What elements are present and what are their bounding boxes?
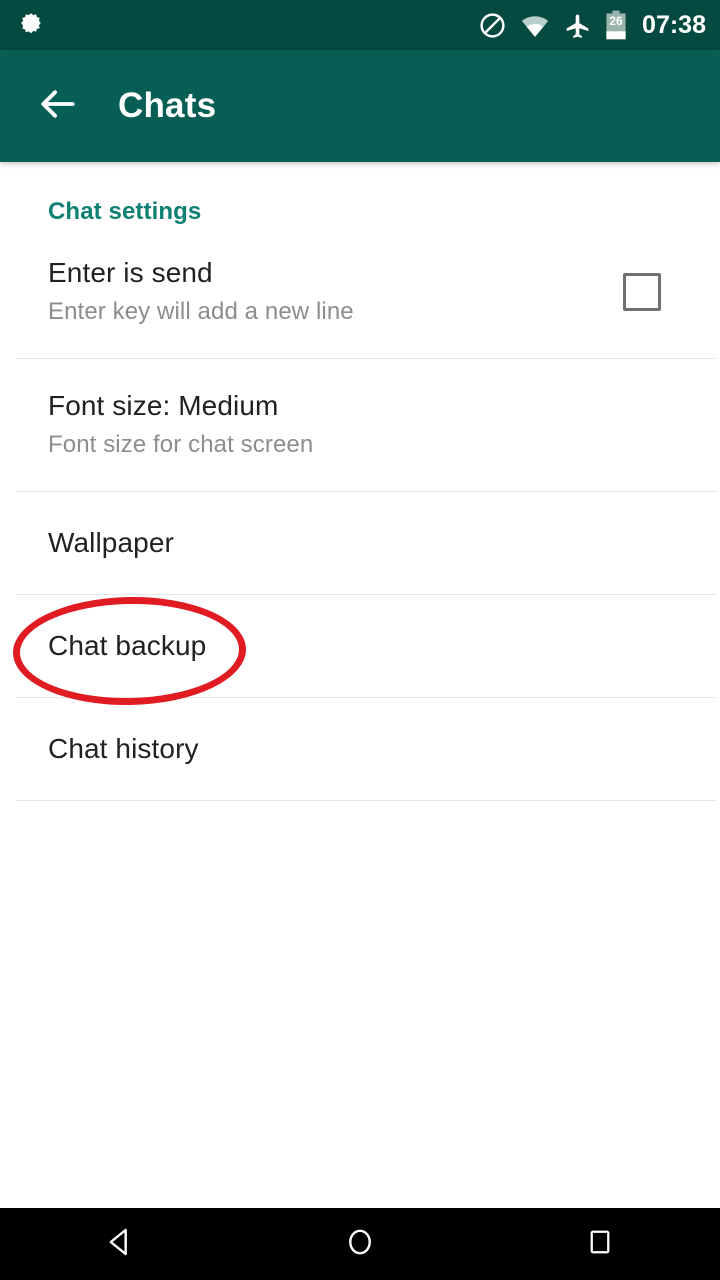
list-item-subtitle: Enter key will add a new line (48, 298, 354, 326)
status-bar-left (16, 10, 46, 40)
enter-is-send-checkbox[interactable] (623, 273, 661, 311)
nav-recents-button[interactable] (540, 1208, 660, 1280)
list-item-title: Chat history (48, 732, 199, 764)
list-item-enter-is-send[interactable]: Enter is send Enter key will add a new l… (0, 226, 720, 358)
list-item-text-group: Chat backup (48, 630, 206, 662)
nav-home-button[interactable] (300, 1208, 420, 1280)
nav-back-button[interactable] (60, 1208, 180, 1280)
status-bar-clock: 07:38 (642, 10, 706, 39)
list-item-title: Chat backup (48, 629, 207, 661)
back-button[interactable] (25, 73, 91, 139)
section-header-chat-settings: Chat settings (48, 198, 202, 225)
do-not-disturb-icon (478, 11, 507, 40)
back-triangle-icon (103, 1225, 137, 1264)
battery-level-label: 26 (609, 14, 623, 28)
airplane-mode-icon (563, 11, 592, 40)
status-bar-right: 26 07:38 (478, 10, 706, 40)
home-circle-icon (344, 1226, 376, 1263)
list-divider (16, 800, 716, 801)
status-bar: 26 07:38 (0, 0, 720, 50)
list-item-wallpaper[interactable]: Wallpaper (0, 492, 720, 594)
list-item-text-group: Enter is send Enter key will add a new l… (48, 257, 354, 327)
list-item-title: Wallpaper (48, 526, 174, 558)
recents-square-icon (585, 1227, 615, 1262)
phone-screen: 26 07:38 Chats Chat settings Enter is se… (0, 0, 720, 1280)
list-item-text-group: Wallpaper (48, 527, 174, 559)
list-item-text-group: Chat history (48, 733, 199, 765)
settings-list: Chat settings Enter is send Enter key wi… (0, 162, 720, 1208)
page-title: Chats (118, 86, 217, 125)
list-item-text-group: Font size: Medium Font size for chat scr… (48, 390, 313, 460)
app-bar: Chats (0, 50, 720, 162)
settings-gear-icon (16, 10, 46, 40)
list-item-chat-history[interactable]: Chat history (0, 698, 720, 800)
list-item-font-size[interactable]: Font size: Medium Font size for chat scr… (0, 359, 720, 491)
battery-icon: 26 (605, 10, 627, 40)
wifi-icon (520, 10, 550, 40)
list-item-title: Enter is send (48, 257, 213, 288)
list-item-subtitle: Font size for chat screen (48, 431, 314, 459)
android-navigation-bar (0, 1208, 720, 1280)
list-item-title: Font size: Medium (48, 390, 279, 421)
arrow-left-icon (36, 82, 80, 131)
list-item-chat-backup[interactable]: Chat backup (0, 595, 720, 697)
